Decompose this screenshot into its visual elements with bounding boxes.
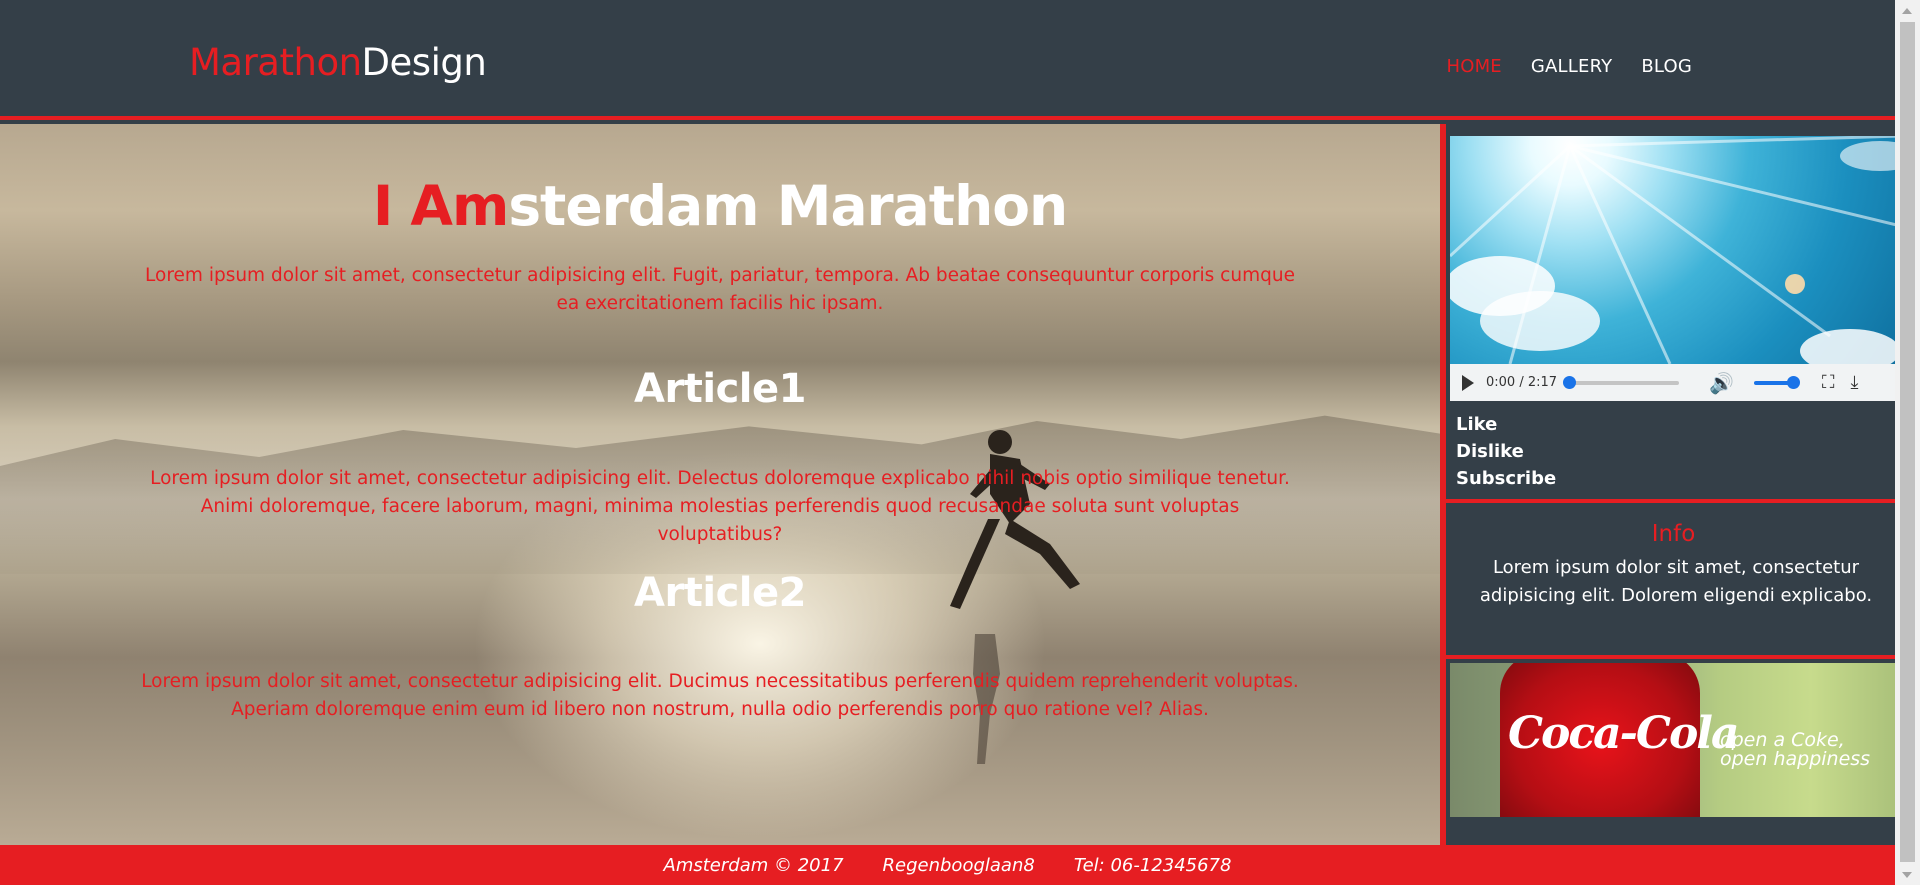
footer-address: Regenbooglaan8 [882,854,1035,876]
intro-text: Lorem ipsum dolor sit amet, consectetur … [145,265,1295,314]
scroll-down-arrow-icon[interactable] [1902,872,1912,878]
video-poster-sky[interactable] [1450,136,1901,364]
fullscreen-icon[interactable]: ⛶ [1822,372,1835,393]
volume-icon[interactable]: 🔊 [1709,371,1734,395]
play-icon[interactable] [1462,374,1474,391]
download-icon[interactable]: ⤓ [1851,372,1859,393]
article2-text: Lorem ipsum dolor sit amet, consectetur … [141,671,1299,720]
hero-title: I Amsterdam Marathon [0,174,1440,238]
volume-knob[interactable] [1786,375,1800,389]
dislike-link[interactable]: Dislike [1456,438,1556,465]
article1-title: Article1 [634,366,806,412]
like-link[interactable]: Like [1456,411,1556,438]
hero-title-part1: I Am [372,174,509,238]
sidebar: 0:00 / 2:17 🔊 ⛶ ⤓ Like Dislike Subscribe… [1440,124,1901,845]
video-progress-slider[interactable] [1563,375,1679,389]
nav-gallery[interactable]: GALLERY [1531,56,1612,77]
site-logo[interactable]: MarathonDesign [189,41,487,84]
footer-copyright: Amsterdam © 2017 [663,854,844,876]
nav-home[interactable]: HOME [1446,56,1501,77]
scroll-thumb[interactable] [1900,22,1915,862]
hero-title-part2: sterdam Marathon [508,174,1068,238]
subscribe-link[interactable]: Subscribe [1456,465,1556,492]
video-player[interactable]: 0:00 / 2:17 🔊 ⛶ ⤓ [1450,136,1901,401]
ad-slogan: open a Coke, open happiness [1720,731,1900,769]
info-text: Lorem ipsum dolor sit amet, consectetur … [1479,557,1873,606]
footer-phone: Tel: 06-12345678 [1073,854,1232,876]
main-nav: HOME GALLERY BLOG [1446,56,1692,77]
progress-knob[interactable] [1563,375,1576,389]
article1-text: Lorem ipsum dolor sit amet, consectetur … [150,468,1290,545]
hero-section: I Amsterdam Marathon Lorem ipsum dolor s… [0,124,1440,845]
nav-blog[interactable]: BLOG [1641,56,1692,77]
social-links: Like Dislike Subscribe [1456,411,1556,492]
site-footer: Amsterdam © 2017 Regenbooglaan8 Tel: 06-… [0,845,1895,885]
sun-rays-image [1450,136,1901,364]
logo-part-marathon: Marathon [189,41,362,84]
volume-slider[interactable] [1753,375,1800,389]
coke-logo: Coca-Cola [1508,708,1740,759]
video-controls: 0:00 / 2:17 🔊 ⛶ ⤓ [1450,364,1901,401]
page-scrollbar[interactable] [1895,0,1920,885]
coca-cola-ad[interactable]: Coca-Cola open a Coke, open happiness [1450,663,1901,817]
site-header: MarathonDesign HOME GALLERY BLOG [0,0,1895,120]
article2-title: Article2 [634,570,806,616]
info-title: Info [1651,521,1696,547]
video-time: 0:00 / 2:17 [1486,375,1558,390]
info-box: Info Lorem ipsum dolor sit amet, consect… [1446,499,1901,659]
logo-part-design: Design [361,41,487,84]
ad-slogan-line2: open happiness [1720,748,1871,770]
scroll-up-arrow-icon[interactable] [1902,8,1912,14]
